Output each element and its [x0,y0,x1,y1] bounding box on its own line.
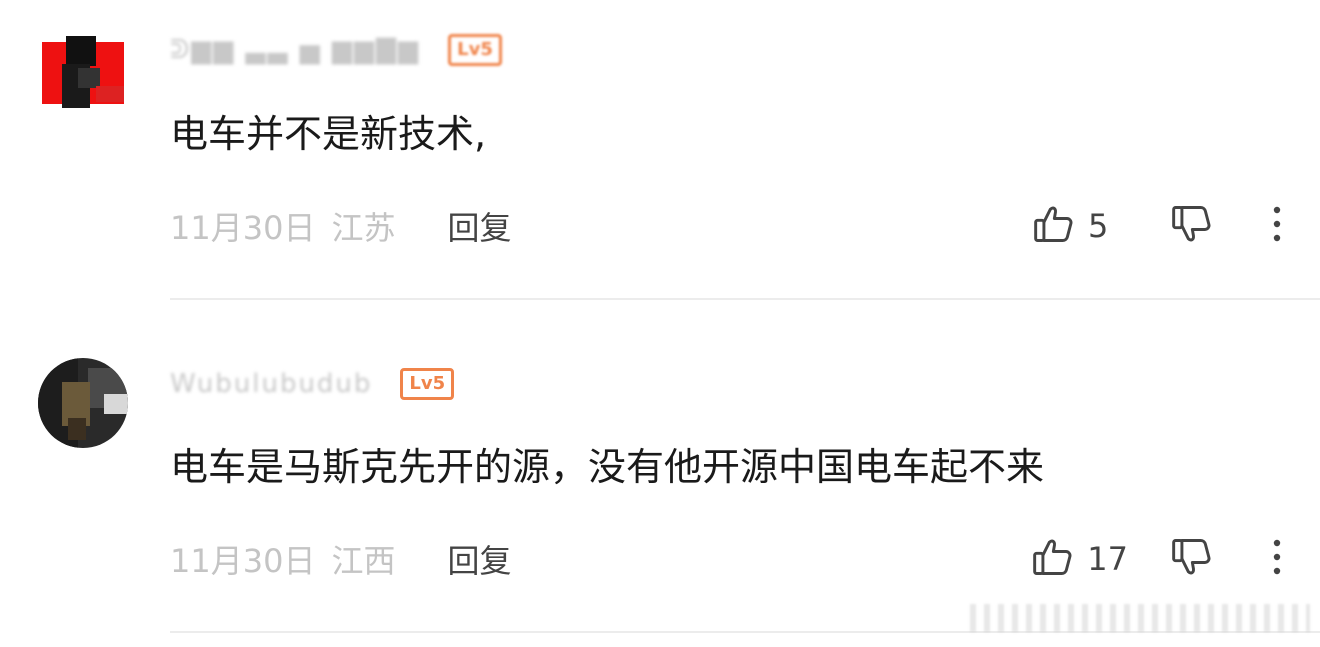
comment-text: 电车是马斯克先开的源，没有他开源中国电车起不来 [170,445,1045,489]
comment-location: 江西 [331,542,396,580]
dislike-button[interactable] [1170,202,1214,250]
level-badge: Lv5 [448,34,502,66]
dislike-button[interactable] [1170,535,1214,583]
username[interactable]: ᕲ▆▆ ▃▃ ▅ ▆▆▇▆ [170,35,420,66]
watermark [970,604,1310,632]
comment-date: 11月30日 [170,209,316,247]
comment-item: ᕲ▆▆ ▃▃ ▅ ▆▆▇▆ Lv5 电车并不是新技术, 11月30日 江苏 回复… [0,0,1320,300]
comment-location: 江苏 [331,209,396,247]
like-button[interactable]: 5 [1032,202,1128,250]
more-button[interactable] [1272,204,1282,248]
level-badge: Lv5 [400,368,455,400]
comment-item: Wubulubudub Lv5 电车是马斯克先开的源，没有他开源中国电车起不来 … [0,300,1320,633]
reply-button[interactable]: 回复 [447,536,511,582]
thumbs-up-icon [1031,535,1075,583]
more-vertical-icon [1272,537,1282,581]
comment-text: 电车并不是新技术, [170,112,487,156]
avatar[interactable] [38,28,128,118]
reply-button[interactable]: 回复 [447,203,511,249]
like-count: 5 [1088,207,1109,245]
thumbs-up-icon [1032,202,1076,250]
username[interactable]: Wubulubudub [170,369,372,399]
like-button[interactable]: 17 [1031,535,1128,583]
like-count: 17 [1087,540,1128,578]
avatar[interactable] [38,358,128,448]
more-button[interactable] [1272,537,1282,581]
thumbs-down-icon [1170,202,1214,250]
more-vertical-icon [1272,204,1282,248]
comment-date: 11月30日 [170,542,316,580]
thumbs-down-icon [1170,535,1214,583]
